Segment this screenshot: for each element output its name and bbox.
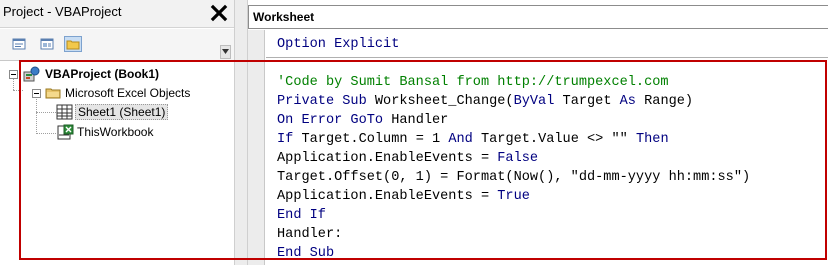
code-line: Handler:: [277, 225, 342, 244]
tree-connector: [36, 112, 56, 113]
code-line: Target.Offset(0, 1) = Format(Now(), "dd-…: [277, 168, 750, 187]
project-pane-title: Project - VBAProject: [3, 4, 122, 19]
project-pane-toolbar: [0, 29, 234, 61]
pane-scroll-down-button[interactable]: [220, 45, 231, 59]
code-line: 'Code by Sumit Bansal from http://trumpe…: [277, 73, 669, 92]
code-token: Range): [635, 94, 694, 109]
code-token: Worksheet_Change(: [366, 94, 514, 109]
worksheet-icon: [56, 104, 73, 120]
code-token: As: [619, 94, 636, 109]
code-token: End Sub: [277, 246, 335, 261]
code-line: Private Sub Worksheet_Change(ByVal Targe…: [277, 92, 693, 111]
code-token: On Error GoTo: [277, 113, 384, 128]
code-token: ByVal: [513, 94, 555, 109]
code-editor[interactable]: Option Explicit 'Code by Sumit Bansal fr…: [266, 30, 828, 265]
code-token: Handler: [383, 113, 449, 128]
code-line: End Sub: [277, 244, 334, 263]
code-token: Handler:: [277, 227, 343, 242]
vba-project-icon: [23, 66, 40, 82]
tree-connector: [36, 94, 37, 134]
code-line: If Target.Column = 1 And Target.Value <>…: [277, 130, 669, 149]
code-token: If: [277, 132, 294, 147]
chevron-down-icon: [222, 49, 229, 54]
code-token: Target.Column = 1: [293, 132, 449, 147]
collapse-icon[interactable]: [9, 70, 18, 79]
code-line-option-explicit: Option Explicit: [277, 35, 399, 54]
view-object-button[interactable]: [38, 36, 56, 52]
code-window: Worksheet Option Explicit 'Code by Sumit…: [248, 0, 828, 265]
code-token: Then: [635, 132, 669, 147]
pane-splitter[interactable]: [234, 0, 248, 265]
folder-icon: [45, 88, 61, 99]
procedure-separator: [266, 57, 828, 58]
collapse-icon[interactable]: [32, 89, 41, 98]
code-token: Application.EnableEvents =: [277, 189, 498, 204]
code-margin-indicator-bar[interactable]: [248, 30, 265, 265]
tree-node-label: ThisWorkbook: [77, 125, 154, 139]
tree-connector: [13, 90, 23, 91]
tree-node-label: Sheet1 (Sheet1): [75, 104, 169, 120]
code-token: End If: [277, 208, 326, 223]
code-line: End If: [277, 206, 326, 225]
project-tree: VBAProject (Book1) Microsoft Excel Objec…: [0, 61, 234, 265]
tree-connector: [36, 133, 56, 134]
toggle-folders-button[interactable]: [64, 36, 82, 52]
project-explorer-pane: Project - VBAProject VBAProject (Book1) …: [0, 0, 234, 265]
code-token: True: [497, 189, 530, 204]
tree-node-label: Microsoft Excel Objects: [65, 86, 191, 100]
view-code-button[interactable]: [10, 36, 28, 52]
close-icon: [210, 4, 228, 22]
code-token: Application.EnableEvents =: [277, 151, 498, 166]
tree-node-label: VBAProject (Book1): [45, 67, 160, 81]
code-token: False: [497, 151, 539, 166]
code-token: Target.Offset(0, 1) = Format(Now(), "dd-…: [277, 170, 751, 185]
view-object-icon: [40, 38, 54, 50]
code-token: 'Code by Sumit Bansal from http://trumpe…: [277, 75, 669, 90]
code-token: Target.Value <> "": [472, 132, 636, 147]
object-dropdown[interactable]: Worksheet: [253, 10, 314, 24]
code-line: On Error GoTo Handler: [277, 111, 448, 130]
close-pane-button[interactable]: [208, 2, 230, 24]
code-window-header: Worksheet: [248, 5, 828, 29]
project-pane-titlebar: Project - VBAProject: [0, 0, 234, 28]
toggle-folders-icon: [66, 40, 80, 50]
code-token: Private Sub: [277, 94, 367, 109]
workbook-icon: [57, 124, 74, 140]
code-token: And: [448, 132, 473, 147]
code-token: Target: [554, 94, 620, 109]
code-line: Application.EnableEvents = False: [277, 149, 538, 168]
code-line: Application.EnableEvents = True: [277, 187, 530, 206]
view-code-icon: [12, 38, 26, 50]
code-token: Option Explicit: [277, 37, 400, 52]
